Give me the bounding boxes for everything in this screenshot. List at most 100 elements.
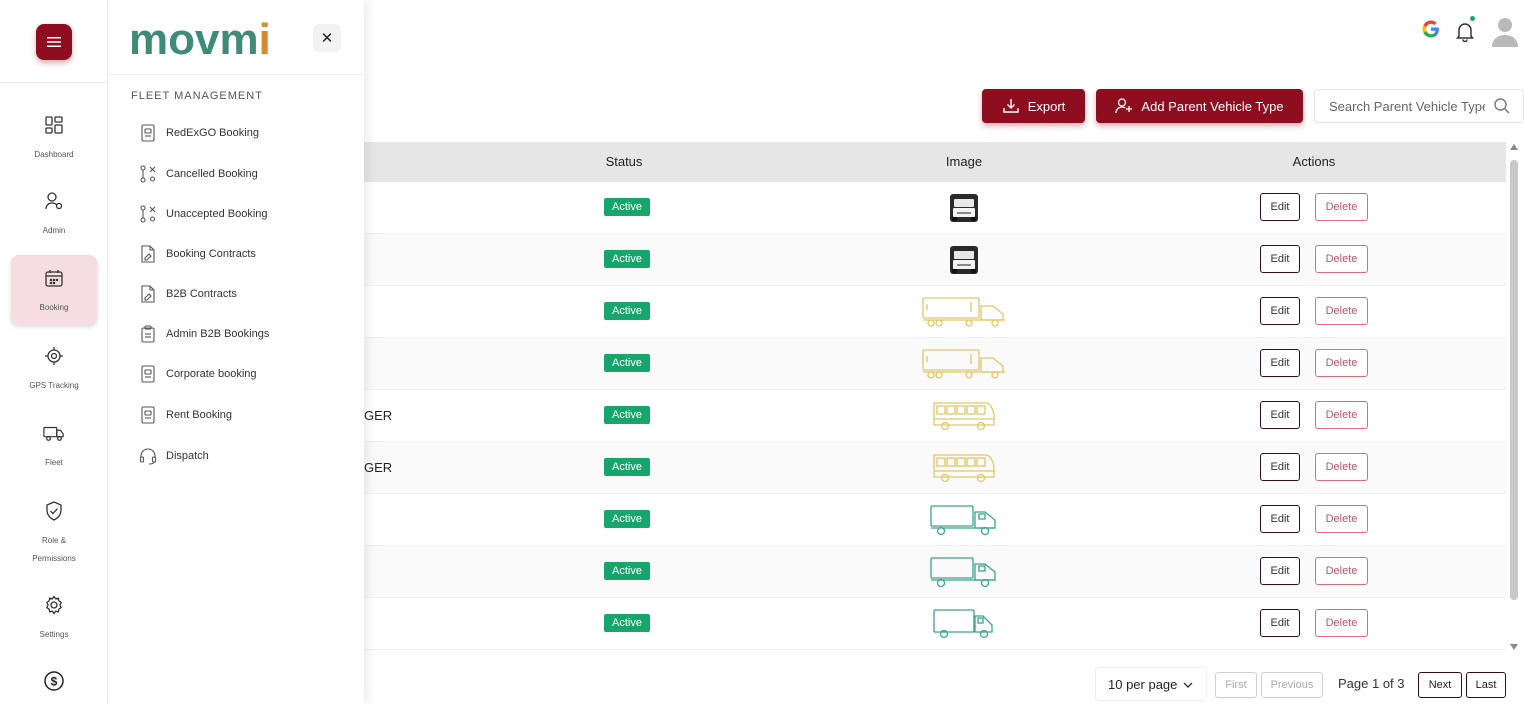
rail-item-label: Booking: [39, 303, 69, 312]
icon-rail: Dashboard Admin Booking GPS Tracking Fle…: [0, 0, 108, 704]
menu-item-redexgo-booking[interactable]: RedExGO Booking: [139, 121, 259, 145]
add-label: Add Parent Vehicle Type: [1141, 98, 1284, 114]
delete-button[interactable]: Delete: [1315, 505, 1368, 533]
menu-item-dispatch[interactable]: Dispatch: [139, 444, 209, 468]
menu-item-label: RedExGO Booking: [166, 127, 259, 139]
rail-item-label: Dashboard: [34, 150, 74, 159]
contract-icon: [139, 285, 157, 303]
contract-icon: [139, 245, 157, 263]
gear-icon: [43, 594, 65, 616]
edit-button[interactable]: Edit: [1260, 557, 1300, 585]
add-parent-vehicle-type-button[interactable]: Add Parent Vehicle Type: [1096, 89, 1303, 123]
export-button[interactable]: Export: [982, 89, 1085, 123]
menu-item-label: Booking Contracts: [166, 248, 256, 260]
rail-item-booking[interactable]: Booking: [11, 255, 97, 325]
rail-item-role-permissions[interactable]: Role & Permissions: [11, 488, 97, 568]
menu-item-label: Admin B2B Bookings: [166, 328, 270, 340]
rail-item-label: Settings: [39, 630, 69, 639]
delete-button[interactable]: Delete: [1315, 557, 1368, 585]
export-label: Export: [1027, 98, 1066, 114]
rail-item-label: GPS Tracking: [29, 381, 79, 390]
shield-icon: [43, 500, 65, 522]
next-page-button[interactable]: Next: [1418, 672, 1462, 698]
menu-item-label: Cancelled Booking: [166, 168, 258, 180]
edit-button[interactable]: Edit: [1260, 349, 1300, 377]
delete-button[interactable]: Delete: [1315, 401, 1368, 429]
edit-button[interactable]: Edit: [1260, 401, 1300, 429]
close-drawer-button[interactable]: ✕: [313, 24, 341, 52]
rail-label-line1: Role &: [41, 536, 66, 545]
status-badge: Active: [604, 614, 650, 632]
status-badge: Active: [604, 510, 650, 528]
previous-page-button[interactable]: Previous: [1261, 672, 1323, 698]
scroll-down-arrow-icon[interactable]: [1510, 644, 1518, 650]
trailer-truck-icon: [922, 349, 1005, 379]
header-actions: Actions: [1292, 154, 1336, 169]
table-row: Active Edit Delete: [364, 182, 1506, 234]
menu-toggle-button[interactable]: [36, 24, 72, 60]
movmi-logo: movmi: [129, 14, 271, 66]
avatar-icon[interactable]: [1490, 16, 1520, 48]
status-badge: Active: [604, 302, 650, 320]
status-badge: Active: [604, 562, 650, 580]
bus-icon: [933, 454, 995, 483]
booking-doc-icon: [139, 124, 157, 142]
scroll-thumb[interactable]: [1510, 160, 1518, 600]
rail-item-settings[interactable]: Settings: [11, 582, 97, 652]
rail-item-admin[interactable]: Admin: [11, 178, 97, 248]
delete-button[interactable]: Delete: [1315, 245, 1368, 273]
menu-item-booking-contracts[interactable]: Booking Contracts: [139, 242, 256, 266]
edit-button[interactable]: Edit: [1260, 245, 1300, 273]
first-page-button[interactable]: First: [1215, 672, 1257, 698]
edit-button[interactable]: Edit: [1260, 193, 1300, 221]
menu-item-unaccepted-booking[interactable]: Unaccepted Booking: [139, 202, 268, 226]
menu-item-cancelled-booking[interactable]: Cancelled Booking: [139, 162, 258, 186]
top-bar-icons: [1400, 14, 1520, 50]
delete-button[interactable]: Delete: [1315, 453, 1368, 481]
last-page-button[interactable]: Last: [1466, 672, 1506, 698]
edit-button[interactable]: Edit: [1260, 297, 1300, 325]
edit-button[interactable]: Edit: [1260, 453, 1300, 481]
menu-item-corporate-booking[interactable]: Corporate booking: [139, 362, 257, 386]
rail-item-gps-tracking[interactable]: GPS Tracking: [11, 333, 97, 403]
rail-item-dashboard[interactable]: Dashboard: [11, 102, 97, 172]
box-truck-icon: [930, 557, 996, 588]
status-badge: Active: [604, 458, 650, 476]
edit-button[interactable]: Edit: [1260, 609, 1300, 637]
rail-item-label: Role & Permissions: [32, 532, 76, 568]
menu-item-admin-b2b-bookings[interactable]: Admin B2B Bookings: [139, 322, 269, 346]
scroll-up-arrow-icon[interactable]: [1510, 144, 1518, 150]
rail-item-fleet[interactable]: Fleet: [11, 410, 97, 480]
dashboard-icon: [43, 114, 65, 136]
menu-item-label: Corporate booking: [166, 368, 257, 380]
search-icon[interactable]: [1493, 97, 1511, 115]
table-row: Active Edit Delete: [364, 234, 1506, 286]
close-icon: ✕: [320, 30, 334, 47]
status-badge: Active: [604, 250, 650, 268]
edit-button[interactable]: Edit: [1260, 505, 1300, 533]
menu-item-b2b-contracts[interactable]: B2B Contracts: [139, 282, 237, 306]
delete-button[interactable]: Delete: [1315, 349, 1368, 377]
rail-item-payments[interactable]: $: [11, 658, 97, 704]
per-page-select[interactable]: 10 per page: [1095, 667, 1207, 701]
status-badge: Active: [604, 354, 650, 372]
header-image: Image: [945, 154, 983, 169]
table-row: Active Edit Delete: [364, 494, 1506, 546]
logo-accent: i: [258, 15, 271, 64]
google-icon[interactable]: [1420, 18, 1442, 40]
bell-icon[interactable]: [1454, 20, 1476, 42]
headset-icon: [139, 447, 157, 465]
route-cancel-icon: [139, 165, 157, 183]
trailer-truck-icon: [922, 297, 1005, 327]
route-unaccepted-icon: [139, 205, 157, 223]
status-badge: Active: [604, 406, 650, 424]
delete-button[interactable]: Delete: [1315, 609, 1368, 637]
table-scrollbar[interactable]: [1507, 142, 1521, 656]
calendar-icon: [43, 267, 65, 289]
van-photo-icon: [950, 246, 978, 274]
delete-button[interactable]: Delete: [1315, 297, 1368, 325]
delete-button[interactable]: Delete: [1315, 193, 1368, 221]
menu-item-rent-booking[interactable]: Rent Booking: [139, 403, 232, 427]
menu-item-label: B2B Contracts: [166, 288, 237, 300]
search-input[interactable]: [1315, 91, 1485, 121]
